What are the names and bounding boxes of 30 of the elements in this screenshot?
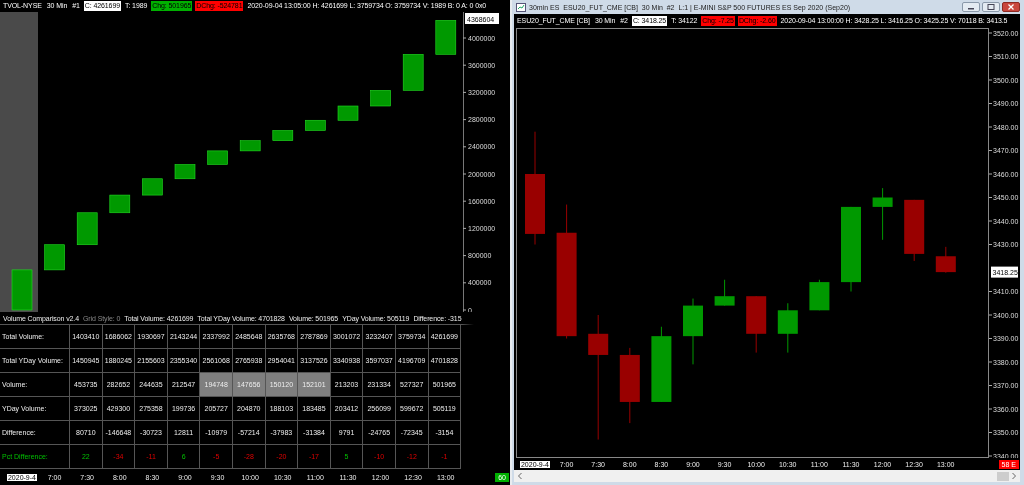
volume-bar [272, 130, 294, 141]
volume-bar [44, 244, 65, 271]
candlestick [872, 187, 893, 241]
candlestick [904, 199, 925, 262]
volume-bar [435, 20, 457, 55]
horizontal-scrollbar[interactable] [514, 470, 1020, 482]
maximize-icon[interactable] [987, 4, 995, 10]
minimize-button[interactable] [962, 2, 980, 12]
candlestick [777, 302, 798, 354]
volume-bar [109, 194, 131, 214]
volume-bar [207, 150, 228, 165]
candlestick [683, 298, 703, 365]
volume-bar [370, 90, 391, 107]
candlestick [714, 279, 735, 307]
volume-bar [142, 178, 163, 196]
volume-bar [402, 54, 424, 91]
close-button[interactable] [1002, 2, 1020, 12]
candlestick [935, 246, 956, 274]
scrollbar-thumb[interactable] [997, 471, 1009, 481]
candlestick [809, 279, 830, 311]
volume-bar [305, 120, 326, 131]
close-icon[interactable] [1007, 4, 1015, 10]
maximize-button[interactable] [982, 2, 1000, 12]
volume-bar [239, 140, 261, 152]
volume-bar [174, 164, 196, 180]
volume-bar [11, 269, 33, 311]
chart-icon [516, 2, 526, 12]
candlestick [746, 295, 767, 354]
volume-bar [76, 212, 98, 245]
volume-bar [337, 105, 359, 121]
